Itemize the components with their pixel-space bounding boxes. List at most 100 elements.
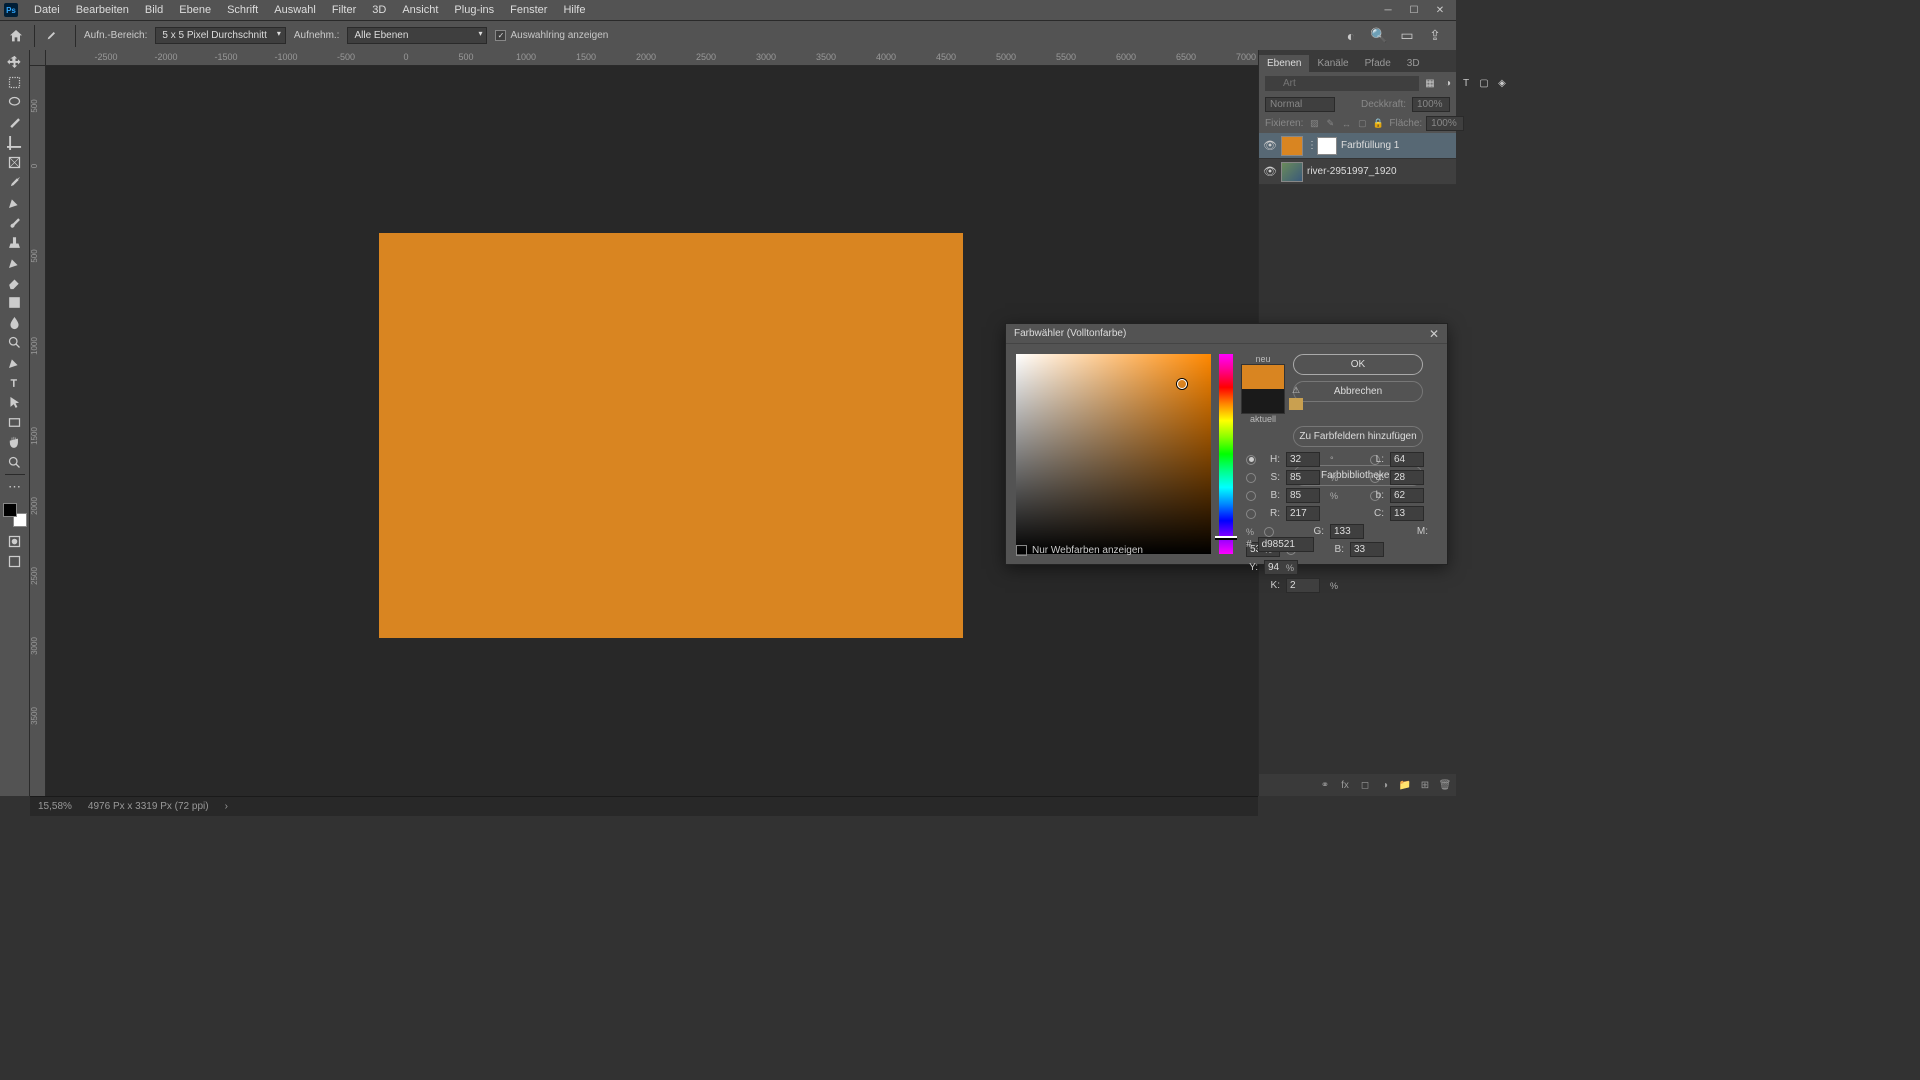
filter-shape-icon[interactable]: ▢: [1477, 77, 1491, 91]
menu-hilfe[interactable]: Hilfe: [555, 4, 593, 16]
cloud-docs-icon[interactable]: ◐: [1342, 27, 1360, 45]
color-swatches[interactable]: [3, 503, 27, 527]
new-layer-icon[interactable]: ⊞: [1418, 778, 1432, 792]
bv-input[interactable]: [1286, 488, 1320, 503]
window-maximize-button[interactable]: ☐: [1402, 2, 1426, 18]
eyedropper-tool-icon[interactable]: [43, 28, 67, 44]
type-tool[interactable]: T: [2, 372, 28, 392]
tab-kanaele[interactable]: Kanäle: [1309, 55, 1356, 72]
g-input[interactable]: [1330, 524, 1364, 539]
delete-layer-icon[interactable]: 🗑: [1438, 778, 1452, 792]
layer-name[interactable]: Farbfüllung 1: [1341, 140, 1452, 151]
current-color-swatch[interactable]: [1242, 389, 1284, 413]
link-layers-icon[interactable]: ⚭: [1318, 778, 1332, 792]
eyedropper-tool[interactable]: [2, 172, 28, 192]
rectangle-tool[interactable]: [2, 412, 28, 432]
status-chevron-icon[interactable]: ›: [225, 801, 228, 812]
filter-smart-icon[interactable]: ◈: [1495, 77, 1509, 91]
foreground-color-swatch[interactable]: [3, 503, 17, 517]
filter-image-icon[interactable]: ▦: [1423, 77, 1437, 91]
window-close-button[interactable]: ✕: [1428, 2, 1452, 18]
layer-mask-thumbnail[interactable]: [1317, 137, 1337, 155]
quick-mask-mode-icon[interactable]: [2, 531, 28, 551]
dodge-tool[interactable]: [2, 332, 28, 352]
websafe-warning-icon[interactable]: [1289, 398, 1303, 410]
adjustment-layer-icon[interactable]: ◑: [1378, 778, 1392, 792]
window-minimize-button[interactable]: ─: [1376, 2, 1400, 18]
show-sampling-ring-checkbox[interactable]: ✓ Auswahlring anzeigen: [495, 30, 608, 41]
menu-ansicht[interactable]: Ansicht: [394, 4, 446, 16]
sample-size-dropdown[interactable]: 5 x 5 Pixel Durchschnitt: [155, 27, 286, 44]
h-input[interactable]: [1286, 452, 1320, 467]
b-input[interactable]: [1350, 542, 1384, 557]
radio-g[interactable]: [1264, 527, 1274, 537]
opacity-input[interactable]: 100%: [1412, 97, 1450, 112]
move-tool[interactable]: [2, 52, 28, 72]
status-info[interactable]: 4976 Px x 3319 Px (72 ppi): [88, 801, 209, 812]
canvas-document[interactable]: [379, 233, 963, 638]
home-icon[interactable]: [6, 26, 26, 46]
hex-input[interactable]: [1258, 537, 1314, 552]
k-input[interactable]: [1286, 578, 1320, 593]
history-brush-tool[interactable]: [2, 252, 28, 272]
crop-tool[interactable]: [2, 132, 28, 152]
menu-plugins[interactable]: Plug-ins: [446, 4, 502, 16]
pen-tool[interactable]: [2, 352, 28, 372]
radio-s[interactable]: [1246, 473, 1256, 483]
c-input[interactable]: [1390, 506, 1424, 521]
layer-name[interactable]: river-2951997_1920: [1307, 166, 1452, 177]
eraser-tool[interactable]: [2, 272, 28, 292]
add-to-swatches-button[interactable]: Zu Farbfeldern hinzufügen: [1293, 426, 1423, 447]
layer-thumbnail[interactable]: [1281, 136, 1303, 156]
layers-filter-input[interactable]: [1265, 76, 1419, 91]
menu-bild[interactable]: Bild: [137, 4, 171, 16]
menu-ebene[interactable]: Ebene: [171, 4, 219, 16]
menu-filter[interactable]: Filter: [324, 4, 364, 16]
visibility-icon[interactable]: 👁: [1263, 139, 1277, 152]
layer-group-icon[interactable]: 📁: [1398, 778, 1412, 792]
radio-r[interactable]: [1246, 509, 1256, 519]
screen-mode-icon[interactable]: [2, 551, 28, 571]
lock-position-icon[interactable]: ↔: [1339, 117, 1353, 131]
lasso-tool[interactable]: [2, 92, 28, 112]
a-input[interactable]: [1390, 470, 1424, 485]
layer-thumbnail[interactable]: [1281, 162, 1303, 182]
edit-toolbar-icon[interactable]: ⋯: [2, 477, 28, 497]
path-selection-tool[interactable]: [2, 392, 28, 412]
filter-adjust-icon[interactable]: ◑: [1441, 77, 1455, 91]
menu-schrift[interactable]: Schrift: [219, 4, 266, 16]
zoom-tool[interactable]: [2, 452, 28, 472]
layer-row[interactable]: 👁 river-2951997_1920: [1259, 159, 1456, 185]
menu-fenster[interactable]: Fenster: [502, 4, 555, 16]
lb-input[interactable]: [1390, 488, 1424, 503]
share-icon[interactable]: ⇪: [1426, 27, 1444, 45]
layer-style-icon[interactable]: fx: [1338, 778, 1352, 792]
menu-3d[interactable]: 3D: [364, 4, 394, 16]
hue-cursor[interactable]: [1215, 536, 1237, 540]
cancel-button[interactable]: Abbrechen: [1293, 381, 1423, 402]
visibility-icon[interactable]: 👁: [1263, 165, 1277, 178]
sample-from-dropdown[interactable]: Alle Ebenen: [347, 27, 487, 44]
blend-mode-dropdown[interactable]: Normal: [1265, 97, 1335, 112]
tab-ebenen[interactable]: Ebenen: [1259, 55, 1309, 72]
sv-cursor[interactable]: [1177, 379, 1187, 389]
status-zoom[interactable]: 15,58%: [38, 801, 72, 812]
gamut-warning-icon[interactable]: ⚠: [1289, 384, 1303, 396]
saturation-value-field[interactable]: [1016, 354, 1211, 554]
s-input[interactable]: [1286, 470, 1320, 485]
radio-bv[interactable]: [1246, 491, 1256, 501]
marquee-tool[interactable]: [2, 72, 28, 92]
healing-brush-tool[interactable]: [2, 192, 28, 212]
close-icon[interactable]: ✕: [1429, 327, 1439, 341]
brush-tool[interactable]: [2, 212, 28, 232]
radio-h[interactable]: [1246, 455, 1256, 465]
workspace-icon[interactable]: ▭: [1398, 27, 1416, 45]
gradient-tool[interactable]: [2, 292, 28, 312]
magic-wand-tool[interactable]: [2, 112, 28, 132]
lock-transparency-icon[interactable]: ▨: [1307, 117, 1321, 131]
tab-pfade[interactable]: Pfade: [1357, 55, 1399, 72]
ok-button[interactable]: OK: [1293, 354, 1423, 375]
layer-mask-icon[interactable]: ◻: [1358, 778, 1372, 792]
hand-tool[interactable]: [2, 432, 28, 452]
menu-auswahl[interactable]: Auswahl: [266, 4, 324, 16]
